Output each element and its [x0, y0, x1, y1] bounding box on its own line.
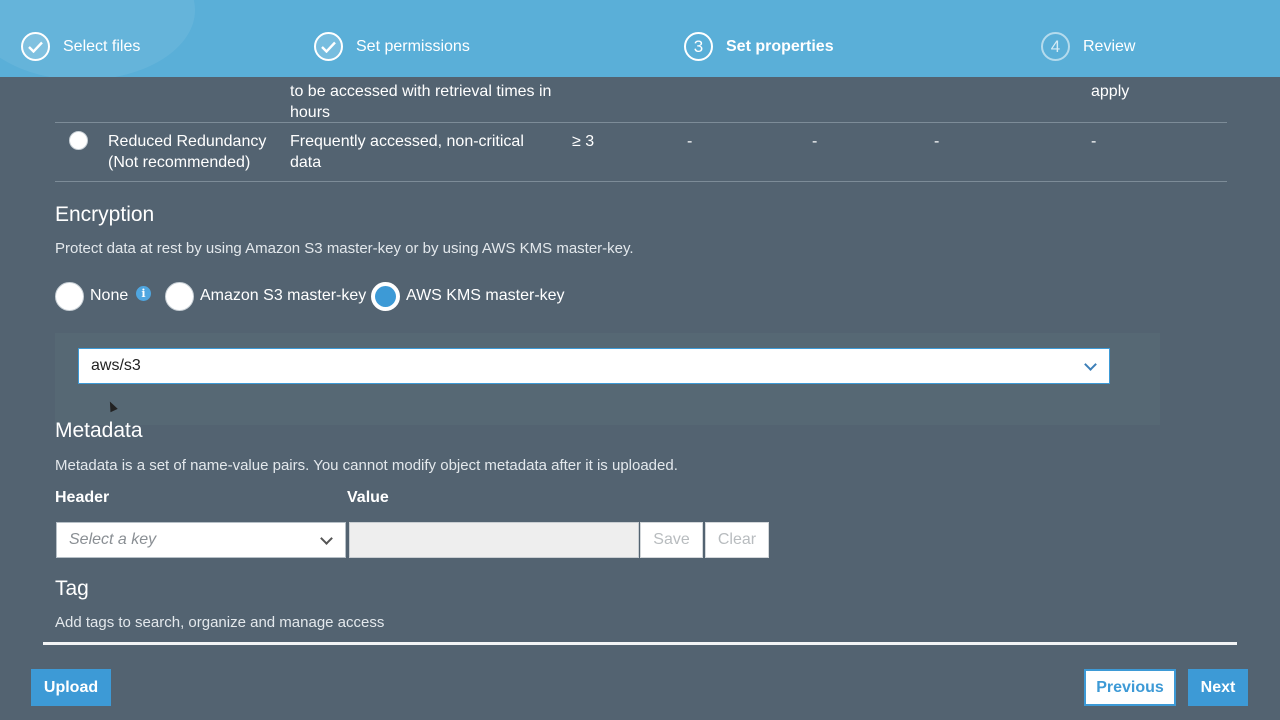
previous-button[interactable]: Previous: [1084, 669, 1176, 706]
s3-upload-wizard: Select files Set permissions 3 Set prope…: [0, 0, 1280, 720]
tag-description: Add tags to search, organize and manage …: [55, 614, 385, 631]
description-line: to be accessed with retrieval times in: [290, 83, 552, 100]
step-set-permissions[interactable]: Set permissions: [314, 32, 470, 61]
encryption-radio-none[interactable]: [55, 282, 84, 311]
name-line: Reduced Redundancy: [108, 133, 267, 150]
description-line: data: [290, 154, 322, 171]
encryption-label-none[interactable]: None: [90, 287, 128, 305]
metadata-clear-button[interactable]: Clear: [705, 522, 769, 558]
kms-key-select[interactable]: aws/s3: [78, 348, 1110, 384]
table-row-divider: [55, 122, 1227, 123]
step-set-properties[interactable]: 3 Set properties: [684, 32, 834, 61]
metadata-description: Metadata is a set of name-value pairs. Y…: [55, 457, 678, 474]
step-number: 3: [684, 32, 713, 61]
metadata-save-button[interactable]: Save: [640, 522, 703, 558]
metadata-key-select[interactable]: Select a key: [56, 522, 346, 558]
rrs-col7: -: [1091, 133, 1097, 150]
rrs-name: Reduced Redundancy (Not recommended): [108, 131, 266, 173]
key-placeholder: Select a key: [69, 531, 157, 548]
glacier-last-col: apply: [1091, 83, 1130, 100]
info-icon[interactable]: i: [136, 286, 151, 301]
encryption-radio-kms[interactable]: [371, 282, 400, 311]
metadata-title: Metadata: [55, 419, 143, 442]
metadata-value-label: Value: [347, 489, 389, 506]
check-icon: [314, 32, 343, 61]
table-bottom-divider: [55, 181, 1227, 182]
step-select-files[interactable]: Select files: [21, 32, 140, 61]
rrs-availability-zones: ≥ 3: [572, 133, 595, 150]
step-label: Set permissions: [356, 37, 470, 55]
rrs-col4: -: [687, 133, 693, 150]
glacier-description: to be accessed with retrieval times in h…: [290, 81, 551, 123]
encryption-radio-s3[interactable]: [165, 282, 194, 311]
name-line: (Not recommended): [108, 154, 251, 171]
tag-title: Tag: [55, 577, 89, 600]
description-line: hours: [290, 104, 331, 121]
footer-divider: [43, 642, 1237, 645]
metadata-value-input[interactable]: [349, 522, 639, 558]
encryption-description: Protect data at rest by using Amazon S3 …: [55, 240, 634, 257]
metadata-header-label: Header: [55, 489, 110, 506]
description-line: Frequently accessed, non-critical: [290, 133, 524, 150]
storage-class-radio-rrs[interactable]: [69, 131, 88, 150]
step-label: Select files: [63, 37, 141, 55]
rrs-col6: -: [934, 133, 940, 150]
rrs-description: Frequently accessed, non-critical data: [290, 131, 524, 173]
step-label: Set properties: [726, 37, 834, 55]
wizard-steps-bar: Select files Set permissions 3 Set prope…: [0, 0, 1280, 77]
step-review[interactable]: 4 Review: [1041, 32, 1135, 61]
check-icon: [21, 32, 50, 61]
step-number: 4: [1041, 32, 1070, 61]
upload-button[interactable]: Upload: [31, 669, 111, 706]
step-label: Review: [1083, 37, 1136, 55]
rrs-col5: -: [812, 133, 818, 150]
next-button[interactable]: Next: [1188, 669, 1248, 706]
encryption-label-kms[interactable]: AWS KMS master-key: [406, 287, 565, 305]
encryption-label-s3[interactable]: Amazon S3 master-key: [200, 287, 366, 305]
kms-key-value: aws/s3: [91, 357, 141, 374]
encryption-title: Encryption: [55, 203, 155, 226]
